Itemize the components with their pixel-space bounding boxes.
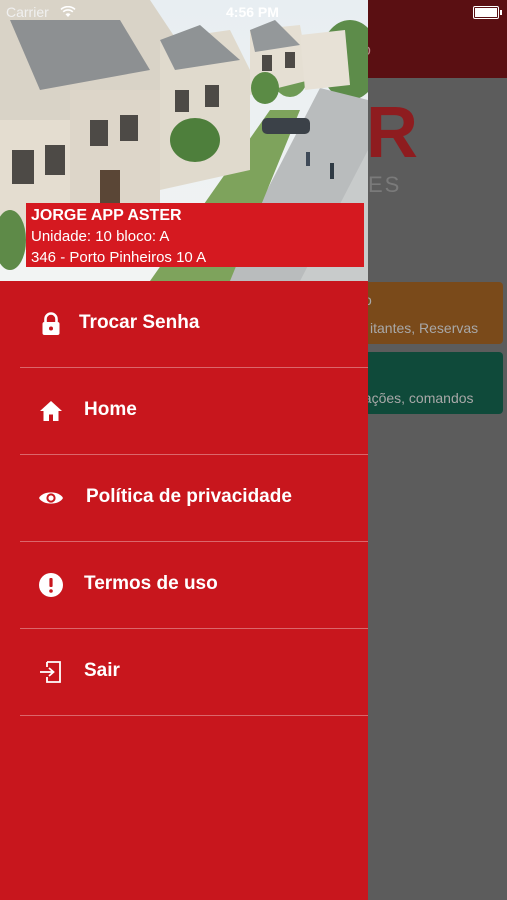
menu-label: Sair [84, 660, 120, 681]
background-card-subtitle: itantes, Reservas [370, 320, 479, 336]
menu-label: Trocar Senha [79, 312, 200, 333]
background-logo-subtitle: ES [368, 172, 402, 197]
menu-label: Home [84, 399, 137, 420]
navigation-drawer: JORGE APP ASTER Unidade: 10 bloco: A 346… [0, 0, 368, 900]
user-unit: Unidade: 10 bloco: A [31, 228, 170, 245]
user-address: 346 - Porto Pinheiros 10 A [31, 249, 207, 266]
background-card-subtitle: nações, comandos [360, 390, 474, 406]
menu-label: Termos de uso [84, 573, 218, 594]
menu-item-trocar-senha[interactable]: Trocar Senha [0, 281, 368, 368]
home-icon [40, 401, 62, 421]
menu-item-sair[interactable]: Sair [0, 629, 368, 716]
user-info-box: JORGE APP ASTER Unidade: 10 bloco: A 346… [26, 203, 364, 267]
battery-icon [473, 6, 502, 19]
status-bar: Carrier 4:56 PM [0, 0, 507, 26]
eye-icon [39, 492, 63, 504]
background-card-notifications: nações, comandos [360, 352, 503, 414]
drawer-header-image: JORGE APP ASTER Unidade: 10 bloco: A 346… [0, 0, 368, 281]
alert-icon [39, 573, 63, 597]
drawer-menu: Trocar Senha Home Política de privacidad… [0, 281, 368, 716]
background-logo: R [366, 93, 420, 173]
carrier-label: Carrier [6, 4, 49, 20]
clock: 4:56 PM [226, 4, 279, 20]
user-name: JORGE APP ASTER [31, 207, 182, 224]
wifi-icon [60, 6, 76, 17]
menu-label: Política de privacidade [86, 486, 292, 507]
menu-item-home[interactable]: Home [0, 368, 368, 455]
logout-icon [40, 661, 61, 683]
menu-item-politica-privacidade[interactable]: Política de privacidade [0, 455, 368, 542]
menu-item-termos-uso[interactable]: Termos de uso [0, 542, 368, 629]
lock-icon [42, 312, 60, 335]
background-card-residents: o itantes, Reservas [360, 282, 503, 344]
